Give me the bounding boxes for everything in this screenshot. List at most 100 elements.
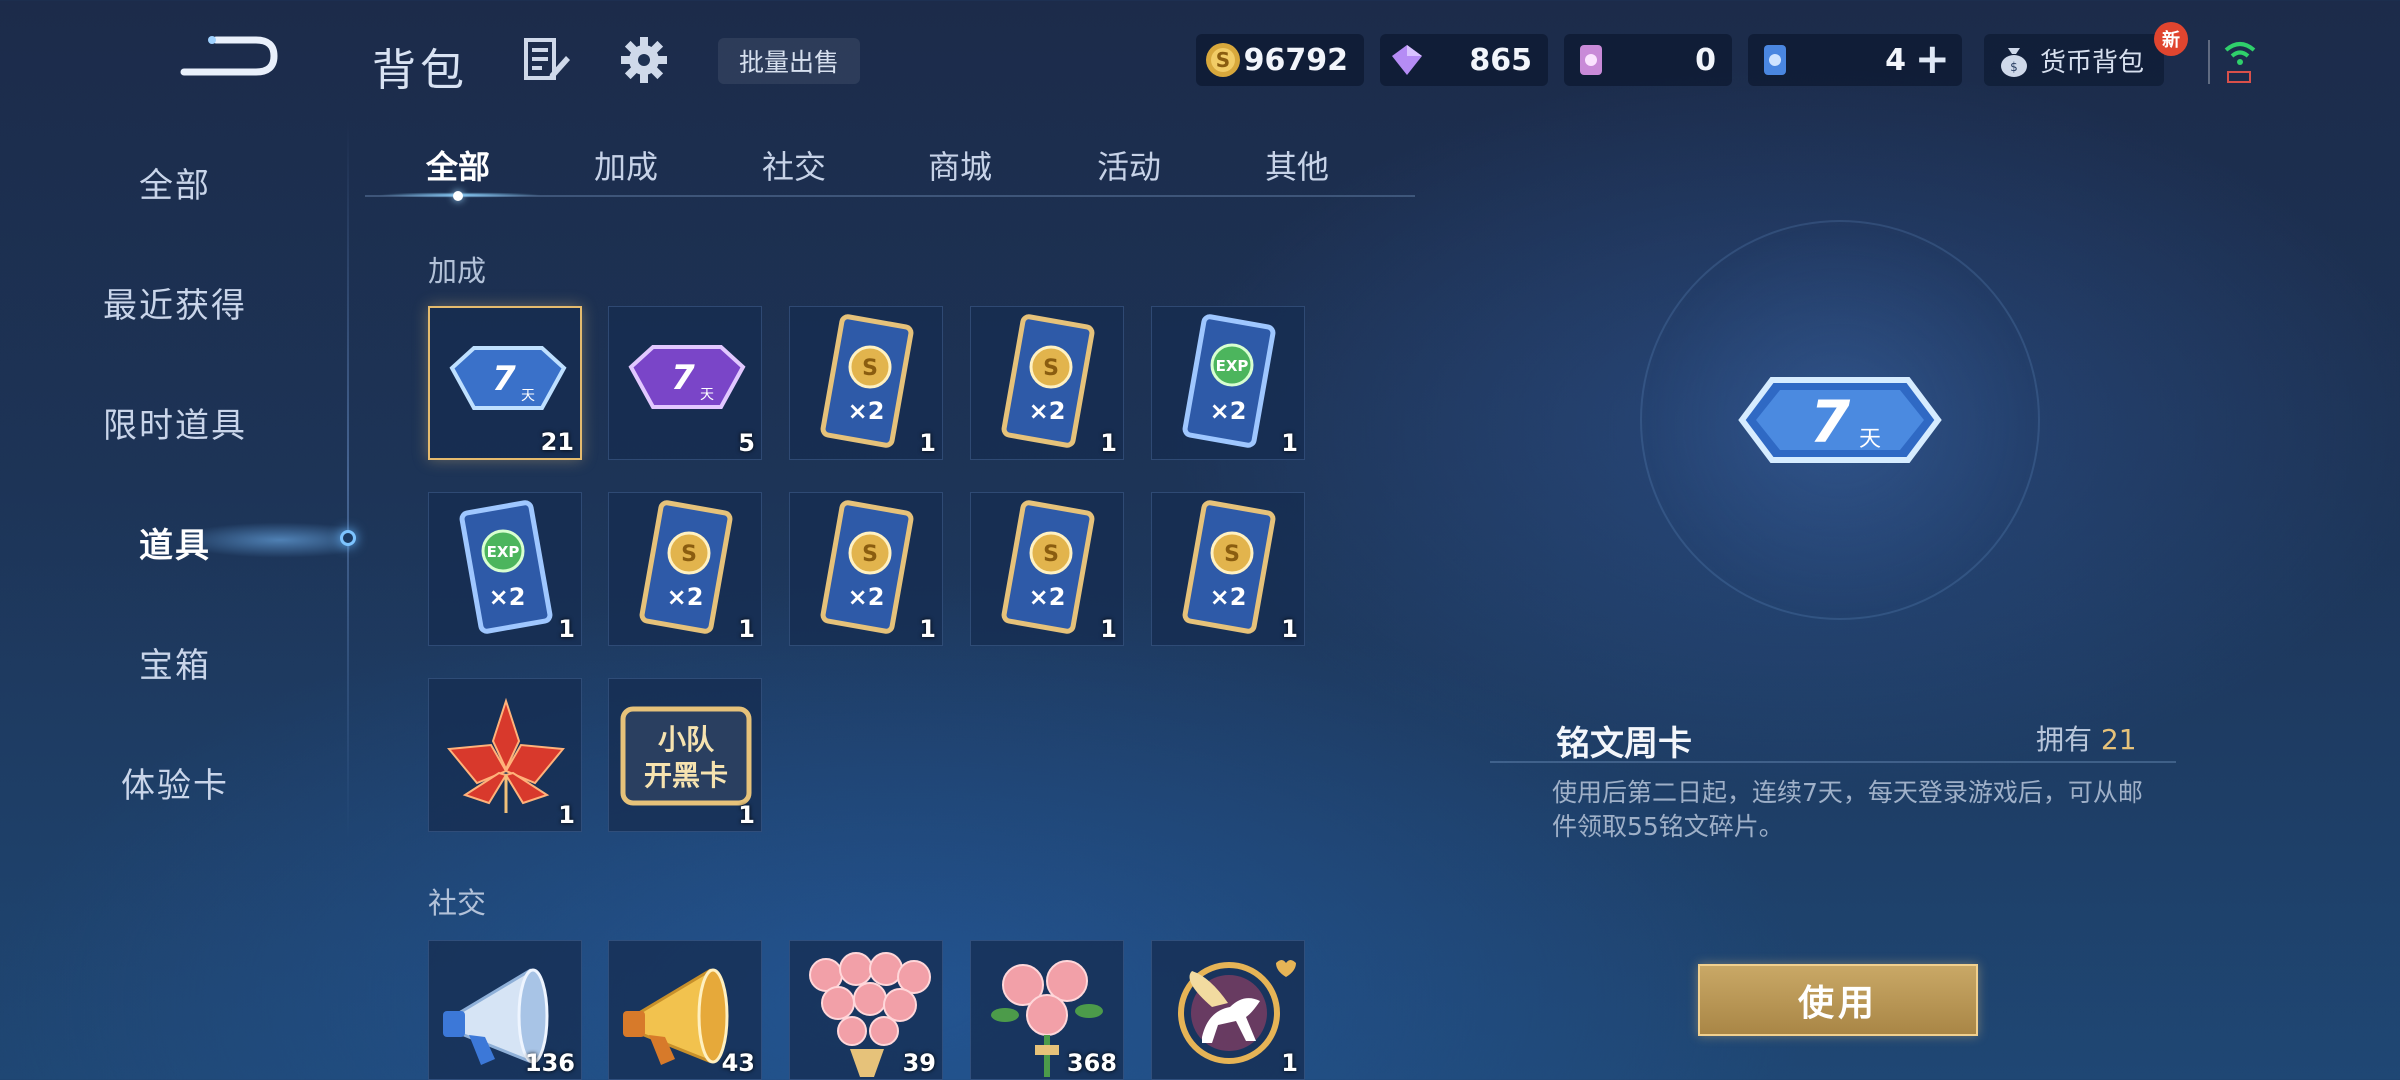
currency-wallet-label: 货币背包 xyxy=(2040,47,2145,78)
section-label-bonus: 加成 xyxy=(428,254,487,288)
blue-voucher-value: 4 xyxy=(1885,43,1906,78)
item-quantity: 136 xyxy=(524,1049,575,1077)
item-quantity: 1 xyxy=(1100,429,1117,457)
edit-list-icon[interactable] xyxy=(520,34,572,86)
svg-text:S: S xyxy=(1224,542,1240,567)
sidebar-item-chests[interactable]: 宝箱 xyxy=(0,638,350,687)
use-button[interactable]: 使用 xyxy=(1698,964,1978,1036)
gold-coin-value: 96792 xyxy=(1243,43,1348,78)
item-slot[interactable]: 7 天 5 xyxy=(608,306,762,460)
squad-card-line1: 小队 xyxy=(658,723,715,756)
svg-text:S: S xyxy=(1216,48,1230,72)
owned-label: 拥有 xyxy=(2036,723,2093,756)
tab-bonus[interactable]: 加成 xyxy=(561,142,691,188)
tab-shop[interactable]: 商城 xyxy=(895,142,1025,188)
svg-text:S: S xyxy=(862,542,878,567)
item-slot[interactable]: EXP ×2 1 xyxy=(1151,306,1305,460)
money-bag-icon: $ xyxy=(2001,48,2027,77)
item-slot[interactable]: S ×2 1 xyxy=(970,492,1124,646)
item-slot[interactable]: 1 xyxy=(1151,940,1305,1080)
batch-sell-button[interactable]: 批量出售 xyxy=(718,38,860,84)
detail-item-preview: 7 天 xyxy=(1730,350,1950,490)
svg-text:天: 天 xyxy=(700,387,714,403)
svg-text:S: S xyxy=(681,542,697,567)
item-quantity: 1 xyxy=(1100,615,1117,643)
svg-text:×2: ×2 xyxy=(667,583,704,611)
sidebar: 全部 最近获得 限时道具 道具 宝箱 体验卡 xyxy=(0,120,350,860)
back-arrow-icon xyxy=(180,36,278,76)
add-currency-button[interactable]: + xyxy=(1915,38,1950,80)
detail-icon-unit: 天 xyxy=(1859,427,1881,452)
item-slot[interactable]: S ×2 1 xyxy=(789,492,943,646)
sidebar-item-items[interactable]: 道具 xyxy=(0,518,350,567)
tab-other[interactable]: 其他 xyxy=(1232,142,1362,188)
settings-gear-icon[interactable] xyxy=(618,34,670,86)
item-quantity: 5 xyxy=(738,429,755,457)
svg-text:S: S xyxy=(1043,542,1059,567)
item-slot[interactable]: 7 天 21 xyxy=(428,306,582,460)
network-status-icon xyxy=(2220,36,2260,86)
item-quantity: 1 xyxy=(1281,1049,1298,1077)
svg-text:$: $ xyxy=(2010,60,2018,74)
page-title: 背包 xyxy=(372,45,468,96)
detail-divider xyxy=(1490,761,2176,763)
detail-item-name: 铭文周卡 xyxy=(1556,724,1692,764)
svg-text:7: 7 xyxy=(671,358,695,398)
sidebar-item-all[interactable]: 全部 xyxy=(0,158,350,207)
item-slot[interactable]: 1 xyxy=(428,678,582,832)
item-slot[interactable]: S ×2 1 xyxy=(970,306,1124,460)
svg-text:S: S xyxy=(862,356,878,381)
item-slot[interactable]: 小队 开黑卡 1 xyxy=(608,678,762,832)
item-quantity: 1 xyxy=(738,615,755,643)
item-quantity: 39 xyxy=(902,1049,936,1077)
diamond-icon xyxy=(1392,45,1422,75)
svg-text:×2: ×2 xyxy=(1210,397,1247,425)
item-quantity: 1 xyxy=(919,429,936,457)
item-slot[interactable]: 368 xyxy=(970,940,1124,1080)
diamond-value: 865 xyxy=(1469,43,1532,78)
item-slot[interactable]: EXP ×2 1 xyxy=(428,492,582,646)
detail-description: 使用后第二日起，连续7天，每天登录游戏后，可从邮件领取55铭文碎片。 xyxy=(1552,778,2143,841)
tab-all[interactable]: 全部 xyxy=(393,142,523,188)
section-label-social: 社交 xyxy=(428,886,487,920)
item-quantity: 1 xyxy=(919,615,936,643)
tab-social[interactable]: 社交 xyxy=(729,142,859,188)
blue-7day-card-icon: 7 天 xyxy=(1738,377,1942,463)
svg-text:天: 天 xyxy=(521,388,535,404)
item-slot[interactable]: 39 xyxy=(789,940,943,1080)
svg-text:×2: ×2 xyxy=(848,397,885,425)
pink-voucher-value: 0 xyxy=(1695,43,1716,78)
item-quantity: 1 xyxy=(1281,615,1298,643)
item-slot[interactable]: 136 xyxy=(428,940,582,1080)
item-quantity: 43 xyxy=(721,1049,755,1077)
svg-text:7: 7 xyxy=(492,359,516,399)
item-slot[interactable]: S ×2 1 xyxy=(608,492,762,646)
header-divider xyxy=(2208,40,2210,84)
owned-count: 21 xyxy=(2100,723,2137,756)
item-quantity: 368 xyxy=(1066,1049,1117,1077)
svg-text:EXP: EXP xyxy=(487,543,520,561)
sidebar-item-limited[interactable]: 限时道具 xyxy=(0,398,350,447)
svg-text:×2: ×2 xyxy=(1029,397,1066,425)
currency-wallet-button[interactable]: $ 货币背包 xyxy=(1984,34,2164,86)
item-quantity: 1 xyxy=(1281,429,1298,457)
item-slot[interactable]: S ×2 1 xyxy=(789,306,943,460)
gold-coin-icon: S xyxy=(1206,43,1240,77)
tab-active-dot xyxy=(453,191,463,201)
sidebar-item-trial-cards[interactable]: 体验卡 xyxy=(0,758,350,807)
pink-voucher-counter: 0 xyxy=(1564,34,1732,86)
tab-events[interactable]: 活动 xyxy=(1064,142,1194,188)
diamond-counter: 865 xyxy=(1380,34,1548,86)
blue-voucher-counter: 4 + xyxy=(1748,34,1962,86)
item-quantity: 1 xyxy=(558,801,575,829)
item-slot[interactable]: 43 xyxy=(608,940,762,1080)
detail-owned: 拥有 21 xyxy=(2036,718,2137,758)
sidebar-item-recent[interactable]: 最近获得 xyxy=(0,278,350,327)
item-quantity: 21 xyxy=(540,428,574,456)
pink-voucher-icon xyxy=(1580,45,1602,75)
back-button[interactable] xyxy=(178,30,282,84)
svg-text:EXP: EXP xyxy=(1216,357,1249,375)
item-slot[interactable]: S ×2 1 xyxy=(1151,492,1305,646)
svg-text:S: S xyxy=(1043,356,1059,381)
svg-text:×2: ×2 xyxy=(1210,583,1247,611)
